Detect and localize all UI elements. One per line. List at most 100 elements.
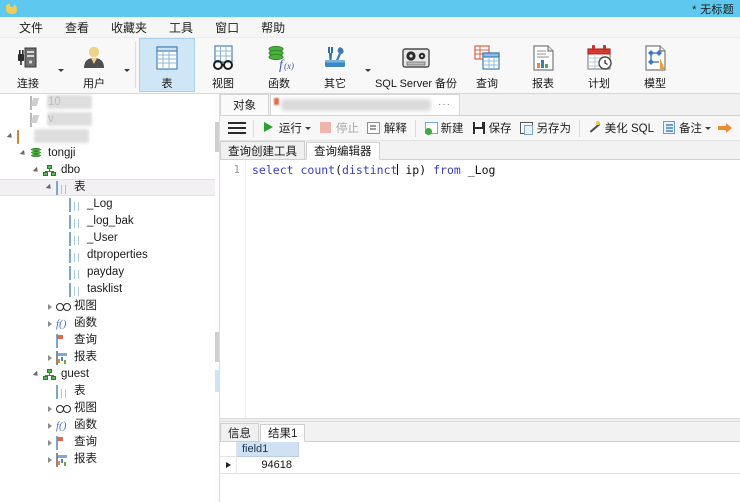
- expand-arrow-icon[interactable]: [43, 179, 56, 196]
- tree-item-10[interactable]: 10: [0, 94, 219, 111]
- sql-code-line[interactable]: select count(distinct ip) from _Log: [252, 163, 495, 178]
- stop-button[interactable]: 停止: [315, 117, 363, 139]
- ribbon-label-function: 函数: [268, 78, 290, 90]
- expand-arrow-icon[interactable]: [30, 162, 43, 179]
- tree-item-_log[interactable]: _Log: [0, 196, 219, 213]
- run-button[interactable]: 运行: [258, 117, 315, 139]
- ribbon-button-sqlserver-backup[interactable]: SQL Server 备份: [373, 38, 459, 92]
- ribbon-button-view[interactable]: 视图: [195, 38, 251, 92]
- save-as-button[interactable]: 另存为: [516, 117, 576, 139]
- tree-item--[interactable]: f() 函数: [0, 417, 219, 434]
- expand-arrow-icon[interactable]: [30, 366, 43, 383]
- collapse-arrow-icon[interactable]: [43, 315, 56, 332]
- collapse-arrow-icon[interactable]: [43, 400, 56, 417]
- tab-modified-marker: [274, 98, 279, 105]
- tree-item-tasklist[interactable]: tasklist: [0, 281, 219, 298]
- tree-item-guest[interactable]: guest: [0, 366, 219, 383]
- hamburger-menu-icon[interactable]: [228, 121, 246, 135]
- tree-item-v[interactable]: v: [0, 111, 219, 128]
- tab-query-builder[interactable]: 查询创建工具: [220, 141, 305, 159]
- sql-token-keyword: count: [300, 163, 336, 177]
- tree-item--[interactable]: 查询: [0, 332, 219, 349]
- ribbon-button-schedule[interactable]: 计划: [571, 38, 627, 92]
- ribbon-button-connect[interactable]: 连接: [0, 38, 56, 92]
- menu-item-window[interactable]: 窗口: [204, 19, 250, 36]
- comment-caret-icon[interactable]: [705, 126, 712, 130]
- ribbon-caret-user[interactable]: [122, 38, 132, 92]
- tree-item--[interactable]: 表: [0, 179, 219, 196]
- tree-item-tongji[interactable]: tongji: [0, 145, 219, 162]
- expand-arrow-icon[interactable]: [4, 128, 17, 145]
- document-tab-objects[interactable]: 对象: [220, 94, 269, 115]
- stop-icon: [319, 121, 333, 135]
- row-selector-arrow-icon[interactable]: [220, 457, 237, 473]
- tree-item--[interactable]: 报表: [0, 349, 219, 366]
- tree-item-label: tongji: [48, 147, 76, 159]
- tree-item--[interactable]: 视图: [0, 298, 219, 315]
- menu-item-help[interactable]: 帮助: [250, 19, 296, 36]
- tree-item--[interactable]: 查询: [0, 434, 219, 451]
- tab-result-1[interactable]: 结果1: [260, 424, 306, 442]
- ribbon-button-user[interactable]: 用户: [66, 38, 122, 92]
- tree-scrollbar-thumb-upper[interactable]: [215, 122, 219, 152]
- beautify-sql-button[interactable]: 美化 SQL: [584, 117, 658, 139]
- tree-item-dtproperties[interactable]: dtproperties: [0, 247, 219, 264]
- row-header-corner: [220, 442, 237, 457]
- collapse-arrow-icon[interactable]: [43, 434, 56, 451]
- collapse-arrow-icon[interactable]: [43, 349, 56, 366]
- object-tree-panel[interactable]: 10vtongjidbo表_Log_log_bak_Userdtproperti…: [0, 94, 220, 502]
- tree-item-payday[interactable]: payday: [0, 264, 219, 281]
- tree-item--[interactable]: f() 函数: [0, 315, 219, 332]
- expand-arrow-icon[interactable]: [17, 145, 30, 162]
- menu-item-tools[interactable]: 工具: [158, 19, 204, 36]
- tree-scrollbar-thumb-lower[interactable]: [215, 332, 219, 362]
- ribbon-button-query[interactable]: 查询: [459, 38, 515, 92]
- ribbon-button-other[interactable]: 其它: [307, 38, 363, 92]
- toolbar-overflow-button[interactable]: [715, 117, 740, 139]
- tree-item--[interactable]: 视图: [0, 400, 219, 417]
- tree-item-_log_bak[interactable]: _log_bak: [0, 213, 219, 230]
- tree-item-label: 表: [74, 385, 86, 397]
- menu-bar: 文件 查看 收藏夹 工具 窗口 帮助: [0, 17, 740, 38]
- ribbon-button-table[interactable]: 表: [139, 38, 195, 92]
- tree-item--[interactable]: 表: [0, 383, 219, 400]
- report-icon: [56, 351, 71, 365]
- collapse-arrow-icon[interactable]: [43, 298, 56, 315]
- tree-item--[interactable]: 报表: [0, 451, 219, 468]
- tree-scrollbar[interactable]: [215, 94, 219, 502]
- table-row[interactable]: 94618: [220, 457, 299, 473]
- document-tab-query[interactable]: ···: [270, 94, 460, 115]
- cell-field1[interactable]: 94618: [237, 457, 299, 473]
- menu-item-view[interactable]: 查看: [54, 19, 100, 36]
- tab-messages[interactable]: 信息: [220, 423, 259, 441]
- collapse-arrow-icon[interactable]: [43, 451, 56, 468]
- comment-button[interactable]: 备注: [658, 117, 715, 139]
- explain-button[interactable]: 解释: [363, 117, 411, 139]
- schema-icon: [43, 164, 58, 177]
- schema-icon: [43, 368, 58, 381]
- tab-query-editor[interactable]: 查询编辑器: [306, 142, 380, 160]
- ribbon-button-function[interactable]: f (x) 函数: [251, 38, 307, 92]
- ribbon-button-model[interactable]: 模型: [627, 38, 683, 92]
- result-grid[interactable]: field1 94618: [220, 442, 740, 502]
- ribbon-caret-other[interactable]: [363, 38, 373, 92]
- sql-editor[interactable]: 1 select count(distinct ip) from _Log: [220, 160, 740, 418]
- new-button[interactable]: 新建: [420, 117, 468, 139]
- tree-item-node-2[interactable]: [0, 128, 219, 145]
- menu-item-file[interactable]: 文件: [8, 19, 54, 36]
- qt-separator-2: [579, 119, 580, 137]
- tree-scrollbar-thumb-accent[interactable]: [215, 370, 219, 392]
- ribbon-group-user: 用户: [66, 38, 132, 94]
- run-caret-icon[interactable]: [304, 126, 311, 130]
- ribbon-button-report[interactable]: 报表: [515, 38, 571, 92]
- collapse-arrow-icon[interactable]: [43, 417, 56, 434]
- result-grid-header-row: field1: [220, 442, 299, 457]
- ribbon-caret-connect[interactable]: [56, 38, 66, 92]
- save-button[interactable]: 保存: [468, 117, 516, 139]
- tree-item-_user[interactable]: _User: [0, 230, 219, 247]
- menu-item-favorites[interactable]: 收藏夹: [100, 19, 158, 36]
- column-header-field1[interactable]: field1: [237, 442, 299, 457]
- tree-item-dbo[interactable]: dbo: [0, 162, 219, 179]
- tab-overflow-dots[interactable]: ···: [438, 99, 451, 110]
- document-tab-bar: 对象 ···: [220, 94, 740, 116]
